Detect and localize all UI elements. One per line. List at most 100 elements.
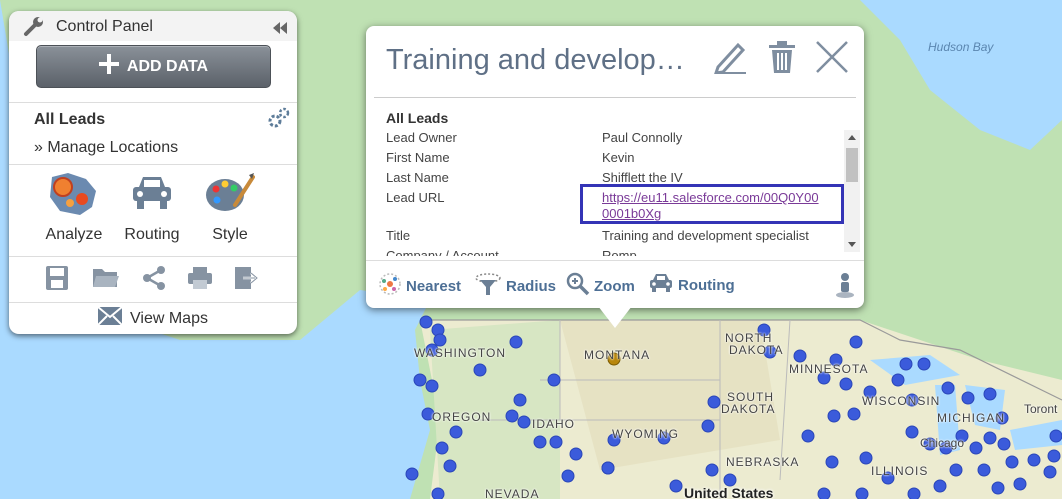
lead-marker[interactable] <box>601 461 615 475</box>
lead-marker[interactable] <box>905 425 919 439</box>
lead-marker[interactable] <box>917 357 931 371</box>
lead-marker[interactable] <box>933 479 947 493</box>
lead-marker[interactable] <box>433 333 447 347</box>
view-maps-button[interactable]: View Maps <box>9 306 297 330</box>
manage-locations-link[interactable]: » Manage Locations <box>34 139 178 157</box>
lead-marker[interactable] <box>431 487 445 499</box>
routing-tool[interactable]: Routing <box>112 171 192 244</box>
nearest-dots-icon <box>378 272 402 300</box>
lead-marker[interactable] <box>505 409 519 423</box>
lead-marker[interactable] <box>561 469 575 483</box>
lead-marker[interactable] <box>997 437 1011 451</box>
field-label: Last Name <box>386 170 449 185</box>
zoom-magnifier-icon <box>566 272 590 300</box>
lead-marker[interactable] <box>793 349 807 363</box>
lead-marker[interactable] <box>449 425 463 439</box>
lead-marker[interactable] <box>547 373 561 387</box>
share-icon[interactable] <box>141 265 167 296</box>
layer-name[interactable]: All Leads <box>34 111 105 129</box>
routing-button[interactable]: Routing <box>648 272 735 298</box>
field-value: Paul Connolly <box>602 130 683 145</box>
lead-marker[interactable] <box>801 429 815 443</box>
add-data-button[interactable]: ADD DATA <box>36 45 271 88</box>
lead-marker[interactable] <box>991 481 1005 495</box>
popup-layer-name: All Leads <box>386 110 449 126</box>
lead-marker[interactable] <box>413 373 427 387</box>
lead-marker[interactable] <box>435 441 449 455</box>
collapse-panel-icon[interactable] <box>273 21 287 39</box>
lead-marker[interactable] <box>533 435 547 449</box>
divider <box>9 102 297 103</box>
nebraska-label: NEBRASKA <box>726 455 800 469</box>
style-tool[interactable]: Style <box>190 171 270 244</box>
lead-marker[interactable] <box>517 415 531 429</box>
field-label: Company / Account <box>386 248 499 256</box>
lead-marker[interactable] <box>1027 453 1041 467</box>
save-icon[interactable] <box>45 265 69 296</box>
lead-marker[interactable] <box>1049 429 1062 443</box>
lead-marker[interactable] <box>907 487 921 499</box>
lead-marker[interactable] <box>859 451 873 465</box>
lead-marker[interactable] <box>513 393 527 407</box>
routing-label: Routing <box>124 226 180 243</box>
lead-marker[interactable] <box>443 459 457 473</box>
lead-marker[interactable] <box>949 463 963 477</box>
export-icon[interactable] <box>233 265 259 296</box>
lead-marker[interactable] <box>707 395 721 409</box>
lead-marker[interactable] <box>827 409 841 423</box>
print-icon[interactable] <box>187 265 213 296</box>
lead-marker[interactable] <box>825 455 839 469</box>
lead-marker[interactable] <box>1005 455 1019 469</box>
lead-marker[interactable] <box>405 467 419 481</box>
lead-marker[interactable] <box>839 377 853 391</box>
chicago-label: Chicago <box>920 436 965 450</box>
popup-body[interactable]: All Leads Lead Owner Paul Connolly First… <box>386 110 841 256</box>
street-view-icon[interactable] <box>834 272 856 298</box>
lead-marker[interactable] <box>817 487 831 499</box>
lead-marker[interactable] <box>1043 465 1057 479</box>
analyze-tool[interactable]: Analyze <box>34 171 114 244</box>
illinois-label: ILLINOIS <box>871 464 929 478</box>
field-value: Training and development specialist <box>602 228 809 243</box>
lead-marker[interactable] <box>569 447 583 461</box>
lead-marker[interactable] <box>891 373 905 387</box>
close-icon[interactable] <box>815 40 849 79</box>
lead-marker[interactable] <box>419 315 433 329</box>
popup-scrollbar[interactable] <box>844 130 860 252</box>
zoom-button[interactable]: Zoom <box>566 272 635 300</box>
lead-marker[interactable] <box>983 431 997 445</box>
lead-marker[interactable] <box>1013 477 1027 491</box>
radius-button[interactable]: Radius <box>474 272 556 300</box>
lead-marker[interactable] <box>509 335 523 349</box>
lead-marker[interactable] <box>969 441 983 455</box>
popup-actions: Nearest Radius Zoom Routing <box>378 272 858 298</box>
lead-marker[interactable] <box>1047 449 1061 463</box>
trash-icon[interactable] <box>767 40 797 79</box>
lead-marker[interactable] <box>549 435 563 449</box>
palette-icon <box>205 173 255 221</box>
lead-marker[interactable] <box>701 419 715 433</box>
lead-marker[interactable] <box>977 463 991 477</box>
field-label: Lead Owner <box>386 130 457 145</box>
lead-marker[interactable] <box>899 357 913 371</box>
nearest-button[interactable]: Nearest <box>378 272 461 300</box>
lead-marker[interactable] <box>849 335 863 349</box>
lead-marker[interactable] <box>669 479 683 493</box>
lead-marker[interactable] <box>855 487 869 499</box>
open-folder-icon[interactable] <box>92 265 120 296</box>
south-dakota-label-2: DAKOTA <box>721 402 776 416</box>
gears-icon[interactable] <box>267 107 291 134</box>
lead-marker[interactable] <box>961 391 975 405</box>
field-label: First Name <box>386 150 450 165</box>
lead-marker[interactable] <box>705 463 719 477</box>
lead-marker[interactable] <box>847 407 861 421</box>
divider <box>9 302 297 303</box>
pencil-icon[interactable] <box>713 40 747 79</box>
lead-marker[interactable] <box>473 363 487 377</box>
lead-marker[interactable] <box>941 381 955 395</box>
scroll-thumb[interactable] <box>846 148 858 182</box>
lead-marker[interactable] <box>983 387 997 401</box>
lead-marker[interactable] <box>425 379 439 393</box>
scroll-down-icon[interactable] <box>848 242 856 247</box>
scroll-up-icon[interactable] <box>848 135 856 140</box>
